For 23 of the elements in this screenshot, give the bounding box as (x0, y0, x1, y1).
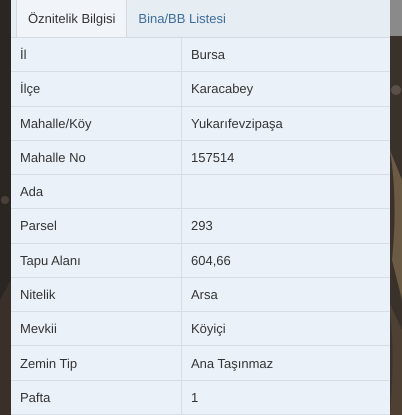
table-cell: Zemin Tip (11, 346, 182, 380)
table-cell: Pafta (11, 380, 182, 414)
table-cell: İl (11, 38, 182, 72)
table-cell: İlçe (11, 72, 182, 106)
table-cell: Nitelik (11, 278, 182, 312)
table-cell-text: 604,66 (190, 252, 232, 270)
table-cell-text: Ana Taşınmaz (190, 354, 274, 373)
tab[interactable]: Bina/BB Listesi (127, 0, 237, 37)
table-cell-text: Karacabey (190, 80, 254, 98)
table-cell-text: Yukarıfevzipaşa (190, 114, 284, 133)
table-cell: Tapu Alanı (11, 244, 182, 277)
table-cell-text: Bursa (190, 46, 226, 64)
tab[interactable]: Öznitelik Bilgisi (16, 0, 128, 37)
table-cell: Mevkii (11, 312, 182, 346)
table-cell: Mahalle No (11, 140, 182, 174)
table-cell: Ada (11, 175, 182, 208)
table-cell-text: Köyiçi (190, 320, 227, 338)
table-cell-text: 1 (190, 388, 200, 407)
table-cell-text: Arsa (190, 286, 219, 304)
table-cell-text: 293 (190, 217, 214, 236)
table-cell-text: 157514 (190, 148, 236, 167)
table-cell: Mahalle/Köy (11, 106, 182, 140)
table-cell: Parsel (11, 209, 182, 243)
